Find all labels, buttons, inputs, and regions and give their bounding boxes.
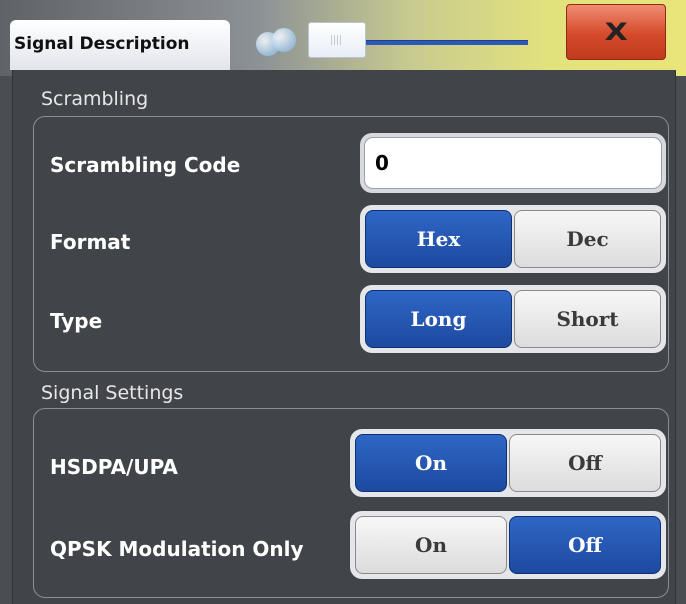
close-button[interactable]: X (566, 4, 666, 60)
hsdpa-on-button[interactable]: On (355, 434, 507, 492)
transparency-slider-handle[interactable] (308, 22, 366, 58)
format-label: Format (50, 230, 131, 254)
qpsk-off-button[interactable]: Off (509, 516, 661, 574)
scrambling-code-label: Scrambling Code (50, 153, 241, 177)
dialog-panel: Scrambling Scrambling Code Format Hex De… (12, 70, 676, 604)
qpsk-on-button[interactable]: On (355, 516, 507, 574)
scrambling-section: Scrambling Code Format Hex Dec Type Long… (33, 116, 669, 372)
transparency-slider-track[interactable] (352, 40, 528, 45)
close-icon: X (604, 18, 628, 46)
qpsk-toggle: On Off (350, 511, 666, 579)
dialog-title: Signal Description (14, 34, 190, 54)
scrambling-code-input[interactable] (364, 137, 662, 189)
hsdpa-off-button[interactable]: Off (509, 434, 661, 492)
qpsk-label: QPSK Modulation Only (50, 537, 304, 561)
type-toggle: Long Short (360, 285, 666, 353)
scrambling-code-frame (360, 133, 666, 193)
type-short-button[interactable]: Short (514, 290, 661, 348)
type-label: Type (50, 309, 103, 333)
type-long-button[interactable]: Long (365, 290, 512, 348)
signal-settings-section: HSDPA/UPA On Off QPSK Modulation Only On… (33, 408, 669, 598)
format-hex-button[interactable]: Hex (365, 210, 512, 268)
transparency-icon (252, 24, 300, 62)
scrambling-section-label: Scrambling (41, 88, 149, 110)
title-bar: Signal Description X (0, 0, 686, 76)
grip-icon (331, 35, 343, 45)
hsdpa-label: HSDPA/UPA (50, 455, 178, 479)
hsdpa-toggle: On Off (350, 429, 666, 497)
signal-settings-section-label: Signal Settings (41, 382, 184, 404)
format-dec-button[interactable]: Dec (514, 210, 661, 268)
format-toggle: Hex Dec (360, 205, 666, 273)
